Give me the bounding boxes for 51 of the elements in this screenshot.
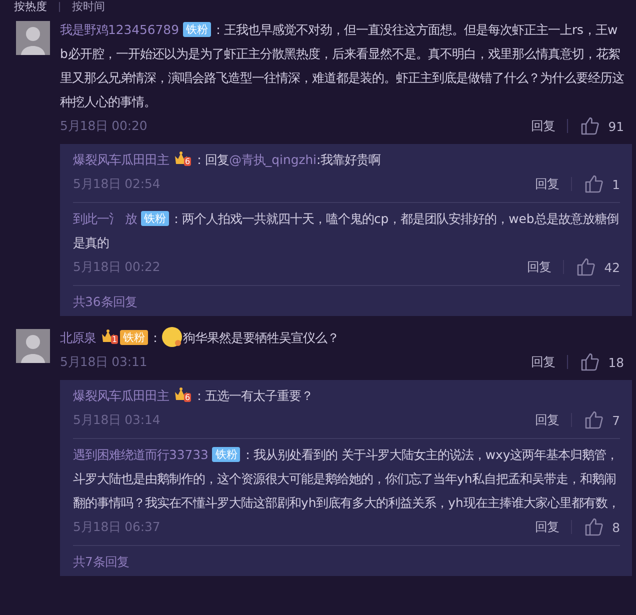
user-name[interactable]: 爆裂风车瓜田田主 <box>73 152 169 167</box>
mention-link[interactable]: @青执_qingzhi <box>229 152 317 167</box>
comment-text: 遇到困难绕道而行33733 铁粉 ：我从别处看到的 关于斗罗大陆女主的说法，wxy这两年基本归鹅管，斗罗大陆也是由鹅制作的，这个资源很大可能是鹅给她的，你们忘了当年yh私自把孟和吴带走，和鹅闹翻的事情吗？我实在不懂斗罗大陆这部剧和yh到底有多大的利益关系，yh现在主捧谁大家心里都有数， <box>73 446 620 512</box>
comment-time: 5月18日 02:54 <box>73 176 160 192</box>
avatar-icon <box>16 21 50 55</box>
comment-text: 到此一氵 放 铁粉 ：两个人拍戏一共就四十天，嗑个鬼的cp，都是团队安排好的，web总是故意放糖倒是真的 <box>73 210 620 252</box>
like-button[interactable]: 18 <box>580 352 624 372</box>
thumbs-up-icon <box>580 116 600 136</box>
crown-badge: 6 <box>173 386 192 402</box>
reply-button[interactable]: 回复 <box>535 412 560 428</box>
comment-time: 5月18日 00:22 <box>73 258 160 276</box>
fan-badge: 铁粉 <box>182 22 211 37</box>
comment-time: 5月18日 03:11 <box>60 354 148 370</box>
comment-text: 爆裂风车瓜田田主 6 ：回复@青执_qingzhi:我靠好贵啊 <box>73 149 382 169</box>
user-name[interactable]: 爆裂风车瓜田田主 <box>73 388 169 403</box>
reply-button[interactable]: 回复 <box>535 176 560 192</box>
sort-tab[interactable]: 按时间 <box>72 0 105 14</box>
reply-button[interactable]: 回复 <box>527 258 552 276</box>
like-button[interactable]: 91 <box>580 116 624 136</box>
comment-text: 北原泉 1 铁粉 ： 狗华果然是要牺牲吴宣仪么？ <box>60 326 632 350</box>
sort-tab[interactable]: 按热度 <box>14 0 47 14</box>
comment-time: 5月18日 06:37 <box>73 518 160 536</box>
comment-time: 5月18日 03:14 <box>73 412 160 428</box>
more-replies-link[interactable]: 共7条回复 <box>73 550 620 574</box>
thumbs-up-icon <box>580 352 600 372</box>
emoji-icon <box>161 326 184 348</box>
reply-button[interactable]: 回复 <box>535 518 560 536</box>
avatar-icon <box>16 329 50 363</box>
thumbs-up-icon <box>584 517 604 537</box>
user-name[interactable]: 我是野鸡123456789 <box>60 22 179 37</box>
fan-badge: 铁粉 <box>212 447 240 462</box>
thumbs-up-icon <box>584 174 604 194</box>
fan-badge: 铁粉 <box>120 330 148 345</box>
user-name[interactable]: 遇到困难绕道而行33733 <box>73 447 208 462</box>
comment-text: 爆裂风车瓜田田主 6 ：五选一有太子重要？ <box>73 385 314 405</box>
fan-badge: 铁粉 <box>140 211 169 226</box>
comment-text: 我是野鸡123456789 铁粉 ：王我也早感觉不对劲，但一直没往这方面想。但是每次虾正主一上rs，王wb必开腔，一开始还以为是为了虾正主分散黑热度，后来看显然不是。真不明白，戏里那么情真意切，花絮里又那么兄弟情深，演唱会路飞造型一往情深，难道都是装的。虾正主到底是做错了什么？为什么要经历这种挖人心的事情。 <box>60 21 625 111</box>
more-replies-link[interactable]: 共36条回复 <box>73 290 620 314</box>
reply-button[interactable]: 回复 <box>531 354 556 370</box>
crown-badge: 6 <box>173 150 192 166</box>
like-button[interactable]: 1 <box>584 174 620 194</box>
user-name[interactable]: 到此一氵 放 <box>73 211 137 226</box>
crown-badge: 1 <box>100 328 118 344</box>
thumbs-up-icon <box>576 257 596 277</box>
thumbs-up-icon <box>584 410 604 430</box>
reply-button[interactable]: 回复 <box>531 118 556 134</box>
comment-time: 5月18日 00:20 <box>60 118 148 134</box>
like-button[interactable]: 42 <box>576 257 620 277</box>
like-button[interactable]: 7 <box>584 410 620 430</box>
like-button[interactable]: 8 <box>584 517 620 537</box>
user-name[interactable]: 北原泉 <box>60 330 96 345</box>
